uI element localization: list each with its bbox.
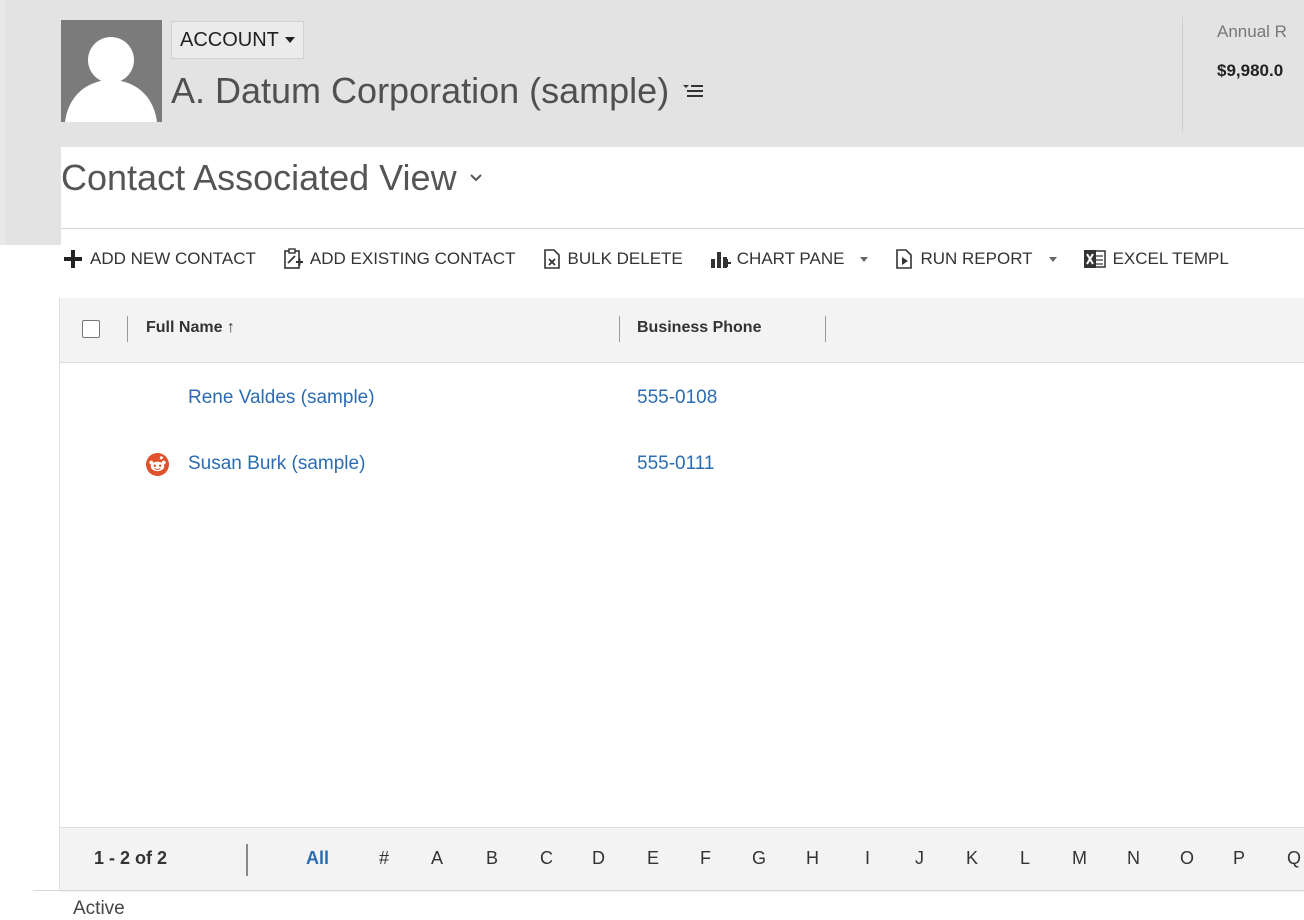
- table-row[interactable]: Rene Valdes (sample) 555-0108: [60, 368, 1304, 428]
- column-header-full-name-label: Full Name: [146, 319, 223, 336]
- left-gutter: [5, 147, 61, 245]
- add-new-contact-button[interactable]: ADD NEW CONTACT: [62, 248, 256, 270]
- full-name-link[interactable]: Susan Burk (sample): [188, 453, 365, 475]
- letter-filter-i[interactable]: I: [865, 848, 870, 869]
- full-name-link[interactable]: Rene Valdes (sample): [188, 387, 375, 409]
- letter-filter-j[interactable]: J: [915, 848, 924, 869]
- business-phone-link[interactable]: 555-0111: [637, 453, 714, 475]
- report-icon: [896, 249, 913, 269]
- caret-down-icon: [1048, 256, 1057, 262]
- status-text: Active: [73, 898, 125, 919]
- caret-down-icon: [860, 256, 869, 262]
- kpi-value: $9,980.0: [1217, 61, 1284, 80]
- letter-filter-l[interactable]: L: [1020, 848, 1030, 869]
- chevron-down-icon: [284, 37, 295, 43]
- table-row[interactable]: Susan Burk (sample) 555-0111: [60, 434, 1304, 494]
- add-existing-icon: [284, 248, 303, 269]
- grid-footer: 1 - 2 of 2 All # A B C D E F G H I J K L…: [60, 827, 1304, 892]
- excel-templates-button[interactable]: EXCEL TEMPL: [1083, 248, 1229, 270]
- letter-filter-o[interactable]: O: [1180, 848, 1194, 869]
- letter-filter-p[interactable]: P: [1233, 848, 1245, 869]
- letter-filter-k[interactable]: K: [966, 848, 978, 869]
- letter-filter-e[interactable]: E: [647, 848, 659, 869]
- column-header-business-phone[interactable]: Business Phone: [637, 319, 761, 337]
- letter-filter-b[interactable]: B: [486, 848, 498, 869]
- chart-pane-button[interactable]: CHART PANE: [709, 248, 869, 270]
- person-icon: [61, 20, 162, 122]
- bulk-delete-button[interactable]: BULK DELETE: [542, 248, 683, 270]
- header-divider: [1182, 17, 1183, 132]
- chart-pane-label: CHART PANE: [736, 249, 845, 268]
- bulk-delete-label: BULK DELETE: [567, 249, 683, 268]
- letter-filter-f[interactable]: F: [700, 848, 711, 869]
- plus-icon: [64, 250, 82, 268]
- add-existing-contact-label: ADD EXISTING CONTACT: [309, 249, 516, 268]
- letter-filter-n[interactable]: N: [1127, 848, 1140, 869]
- divider: [61, 228, 1304, 229]
- record-title: A. Datum Corporation (sample): [171, 70, 704, 112]
- status-divider: [33, 890, 1304, 891]
- letter-filter-g[interactable]: G: [752, 848, 766, 869]
- grid-header: Full Name ↑ Business Phone: [60, 298, 1304, 363]
- run-report-label: RUN REPORT: [920, 249, 1033, 268]
- record-title-text: A. Datum Corporation (sample): [171, 70, 670, 111]
- add-existing-contact-button[interactable]: ADD EXISTING CONTACT: [282, 248, 516, 270]
- record-count: 1 - 2 of 2: [94, 848, 168, 868]
- excel-icon: [1083, 250, 1106, 268]
- column-header-full-name[interactable]: Full Name ↑: [146, 319, 235, 337]
- kpi-label: Annual R: [1217, 22, 1287, 41]
- add-new-contact-label: ADD NEW CONTACT: [90, 249, 256, 268]
- column-separator[interactable]: [127, 316, 128, 342]
- letter-filter-m[interactable]: M: [1072, 848, 1087, 869]
- records-grid: Full Name ↑ Business Phone Rene Valdes (…: [59, 298, 1304, 892]
- entity-selector[interactable]: ACCOUNT: [171, 21, 304, 59]
- sort-ascending-icon: ↑: [226, 319, 235, 336]
- letter-filter-all[interactable]: All: [306, 848, 329, 869]
- letter-filter-h[interactable]: H: [806, 848, 819, 869]
- letter-filter-c[interactable]: C: [540, 848, 553, 869]
- menu-lines-icon[interactable]: [683, 83, 704, 99]
- business-phone-link[interactable]: 555-0108: [637, 387, 717, 409]
- reddit-icon: [146, 453, 169, 476]
- letter-filter-d[interactable]: D: [592, 848, 605, 869]
- bulk-delete-icon: [543, 249, 560, 269]
- chevron-down-icon: [469, 174, 482, 182]
- letter-filter-hash[interactable]: #: [379, 848, 389, 869]
- footer-divider: [246, 844, 248, 876]
- column-separator[interactable]: [619, 316, 620, 342]
- view-selector[interactable]: Contact Associated View: [61, 157, 483, 199]
- entity-label: ACCOUNT: [180, 28, 279, 51]
- letter-filter-q[interactable]: Q: [1287, 848, 1301, 869]
- chart-icon: [710, 252, 731, 268]
- page: ACCOUNT A. Datum Corporation (sample) An…: [0, 0, 1304, 919]
- avatar[interactable]: [61, 20, 162, 122]
- letter-filter-a[interactable]: A: [431, 848, 443, 869]
- run-report-button[interactable]: RUN REPORT: [894, 248, 1057, 270]
- select-all-checkbox[interactable]: [82, 320, 100, 338]
- command-bar: ADD NEW CONTACT ADD EXISTING CONTACT BUL…: [62, 240, 1255, 278]
- excel-templates-label: EXCEL TEMPL: [1112, 249, 1229, 268]
- column-separator[interactable]: [825, 316, 826, 342]
- view-title: Contact Associated View: [61, 157, 457, 198]
- column-header-business-phone-label: Business Phone: [637, 319, 762, 336]
